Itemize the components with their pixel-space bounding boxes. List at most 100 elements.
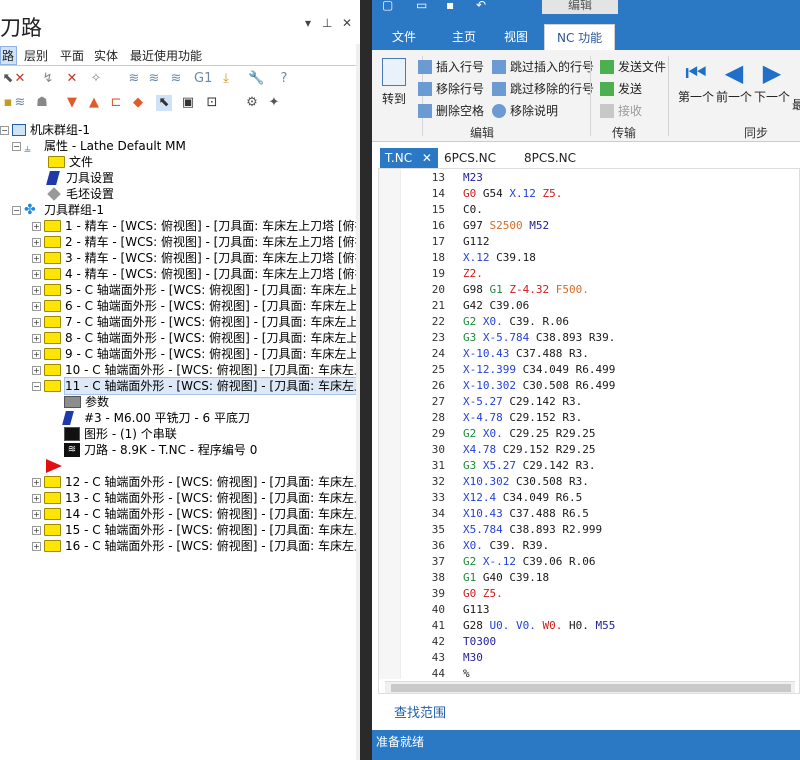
tab-recent[interactable]: 最近使用功能 [130, 47, 202, 64]
open-icon[interactable]: ▭ [416, 0, 427, 12]
code-line[interactable]: X4.78 C29.152 R29.25 [463, 443, 595, 456]
collapse-icon[interactable]: − [0, 125, 9, 135]
tab-solids[interactable]: 实体 [94, 47, 118, 64]
code-line[interactable]: G2 X0. C39. R.06 [463, 315, 569, 328]
tree-properties[interactable]: − ⫨ 属性 - Lathe Default MM [12, 138, 186, 155]
tab-view[interactable]: 视图 [504, 24, 528, 50]
tree-op-14[interactable]: +14 - C 轴端面外形 - [WCS: 俯视图] - [刀具面: 车床左上刀 [32, 506, 378, 522]
code-line[interactable]: C0. [463, 203, 483, 216]
regen-all-icon[interactable]: ↯ [40, 71, 56, 87]
tree-tool-settings[interactable]: 刀具设置 [46, 170, 114, 186]
code-line[interactable]: X10.302 C30.508 R3. [463, 475, 589, 488]
tab-levels[interactable]: 层别 [24, 47, 48, 64]
tree-toolpath-group[interactable]: − ✤ 刀具群组-1 [12, 202, 104, 218]
insert-arrow-icon[interactable]: ⊏ [108, 95, 124, 111]
remove-spaces-button[interactable]: 删除空格 [418, 102, 484, 119]
tree-op-2[interactable]: +2 - 精车 - [WCS: 俯视图] - [刀具面: 车床左上刀塔 [俯视 [32, 234, 367, 250]
tab-nc-functions[interactable]: NC 功能 [544, 24, 616, 50]
expand-icon[interactable]: + [32, 317, 41, 327]
find-range-link[interactable]: 查找范围 [394, 702, 446, 721]
insert-line-numbers-button[interactable]: 插入行号 [418, 58, 484, 75]
simulate-icon[interactable]: ≋ [168, 71, 184, 87]
expand-icon[interactable]: + [32, 477, 41, 487]
horizontal-scrollbar[interactable] [385, 681, 795, 693]
code-line[interactable]: X-10.43 C37.488 R3. [463, 347, 589, 360]
expand-icon[interactable]: + [32, 253, 41, 263]
options-icon[interactable]: ⚙ [244, 95, 260, 111]
code-line[interactable]: X-4.78 C29.152 R3. [463, 411, 582, 424]
tree-op11-tool[interactable]: #3 - M6.00 平铣刀 - 6 平底刀 [62, 410, 250, 426]
filter-icon[interactable]: ✦ [266, 95, 282, 111]
insert-arrow[interactable] [46, 458, 62, 474]
post-icon[interactable]: ⤓ [218, 71, 234, 87]
tree-machine-group[interactable]: − 机床群组-1 [0, 122, 90, 138]
save-icon[interactable]: ▪ [446, 0, 454, 12]
code-line[interactable]: X12.4 C34.049 R6.5 [463, 491, 582, 504]
tree-op-15[interactable]: +15 - C 轴端面外形 - [WCS: 俯视图] - [刀具面: 车床左上刀 [32, 522, 378, 538]
previous-button[interactable]: ◀ 前一个 [716, 58, 752, 105]
code-line[interactable]: G97 S2500 M52 [463, 219, 549, 232]
panel-menu-icon[interactable]: ▾ [305, 16, 311, 30]
code-line[interactable]: X-5.27 C29.142 R3. [463, 395, 582, 408]
last-button[interactable]: 最 [792, 96, 800, 113]
first-button[interactable]: ⏮ 第一个 [678, 58, 714, 105]
collapse-icon[interactable]: − [12, 141, 21, 151]
expand-icon[interactable]: + [32, 301, 41, 311]
skip-inserted-button[interactable]: 跳过插入的行号 [492, 58, 594, 75]
next-button[interactable]: ▶ 下一个 [754, 58, 790, 105]
expand-icon[interactable]: + [32, 285, 41, 295]
tab-toolpaths[interactable]: 路 [0, 46, 17, 65]
code-line[interactable]: X10.43 C37.488 R6.5 [463, 507, 589, 520]
tree-stock-settings[interactable]: 毛坯设置 [47, 186, 114, 202]
regen-dirty-icon[interactable]: ✕ [64, 71, 80, 87]
file-tab-t-nc[interactable]: T.NC ✕ [380, 148, 438, 168]
tree-op-6[interactable]: +6 - C 轴端面外形 - [WCS: 俯视图] - [刀具面: 车床左上刀 [32, 298, 370, 314]
code-editor[interactable]: 13 M23 14 G0 G54 X.12 Z5. 15 C0. 16 G97 S2500 M… [378, 168, 800, 694]
code-line[interactable]: X.12 C39.18 [463, 251, 536, 264]
wave-icon[interactable]: ≋ [12, 95, 28, 111]
code-line[interactable]: X5.784 C38.893 R2.999 [463, 523, 602, 536]
expand-icon[interactable]: − [32, 381, 41, 391]
expand-icon[interactable]: + [32, 333, 41, 343]
move-down-icon[interactable]: ▼ [64, 95, 80, 111]
file-tab-8pcs[interactable]: 8PCS.NC [524, 148, 576, 168]
skip-removed-button[interactable]: 跳过移除的行号 [492, 80, 594, 97]
remove-comments-button[interactable]: 移除说明 [492, 102, 558, 119]
code-line[interactable]: G3 X5.27 C29.142 R3. [463, 459, 595, 472]
tree-op11-params[interactable]: 参数 [64, 394, 109, 410]
tree-op11-geometry[interactable]: 图形 - (1) 个串联 [64, 426, 177, 442]
scroll-icon[interactable]: ◆ [130, 95, 146, 111]
send-file-button[interactable]: 发送文件 [600, 58, 666, 75]
post-g1-icon[interactable]: G1 [194, 71, 212, 87]
expand-icon[interactable]: + [32, 237, 41, 247]
collapse-icon[interactable]: − [12, 205, 21, 215]
tree-op11-toolpath[interactable]: ≋ 刀路 - 8.9K - T.NC - 程序编号 0 [64, 442, 257, 458]
tree-op-7[interactable]: +7 - C 轴端面外形 - [WCS: 俯视图] - [刀具面: 车床左上刀 [32, 314, 370, 330]
tree-op-10[interactable]: +10 - C 轴端面外形 - [WCS: 俯视图] - [刀具面: 车床左上刀 [32, 362, 378, 378]
tree-op-3[interactable]: +3 - 精车 - [WCS: 俯视图] - [刀具面: 车床左上刀塔 [俯视 [32, 250, 367, 266]
tree-op-5[interactable]: +5 - C 轴端面外形 - [WCS: 俯视图] - [刀具面: 车床左上刀 [32, 282, 370, 298]
tree-file[interactable]: 文件 [48, 154, 93, 170]
tool-wrench-icon[interactable]: 🔧 [248, 71, 264, 87]
code-line[interactable]: Z2. [463, 267, 483, 280]
select-box-icon[interactable]: ▣ [180, 95, 196, 111]
code-line[interactable]: G0 Z5. [463, 587, 503, 600]
expand-icon[interactable]: + [32, 493, 41, 503]
expand-icon[interactable]: + [32, 221, 41, 231]
tab-planes[interactable]: 平面 [60, 47, 84, 64]
code-line[interactable]: X-12.399 C34.049 R6.499 [463, 363, 615, 376]
close-tab-icon[interactable]: ✕ [422, 151, 432, 165]
pin-icon[interactable]: ⊥ [322, 16, 332, 30]
code-line[interactable]: G42 C39.06 [463, 299, 529, 312]
code-line[interactable]: G113 [463, 603, 490, 616]
code-line[interactable]: G2 X-.12 C39.06 R.06 [463, 555, 596, 568]
pointer-icon[interactable]: ⬉ [156, 95, 172, 111]
code-line[interactable]: G3 X-5.784 C38.893 R39. [463, 331, 615, 344]
verify-icon[interactable]: ≋ [146, 71, 162, 87]
expand-icon[interactable]: + [32, 269, 41, 279]
ghost-icon[interactable]: ☗ [34, 95, 50, 111]
tab-file[interactable]: 文件 [392, 24, 416, 50]
expand-icon[interactable]: + [32, 365, 41, 375]
receive-button[interactable]: 接收 [600, 102, 642, 119]
tree-op-13[interactable]: +13 - C 轴端面外形 - [WCS: 俯视图] - [刀具面: 车床左上刀 [32, 490, 378, 506]
